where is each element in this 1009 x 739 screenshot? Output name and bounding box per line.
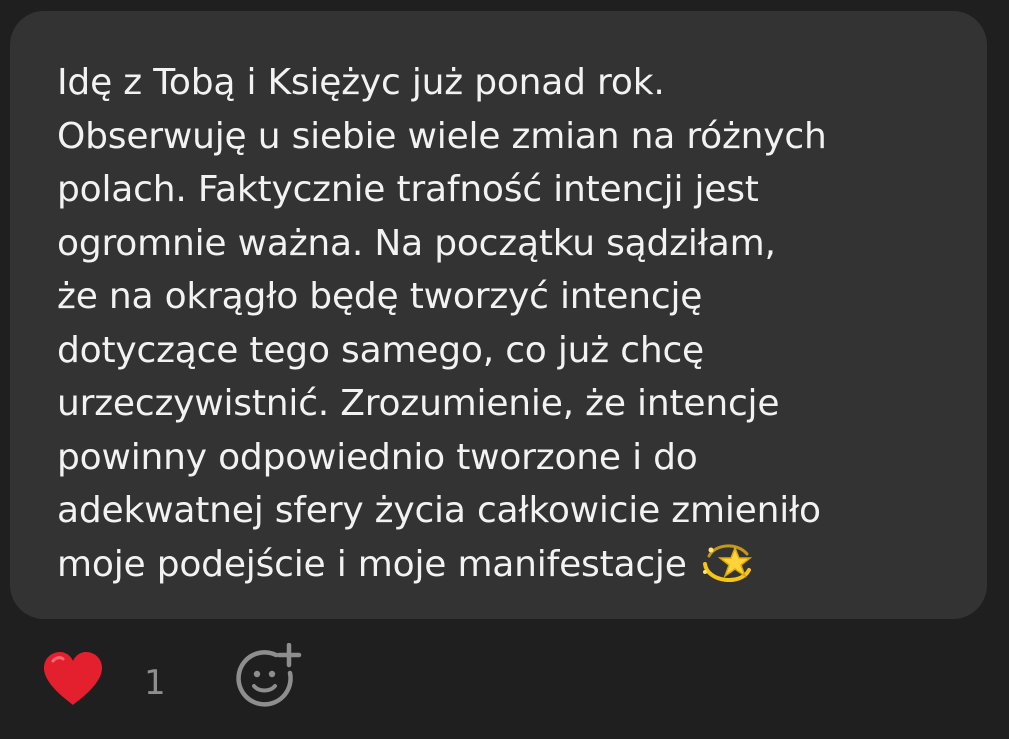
message-line-text: moje podejście i moje manifestacje bbox=[57, 543, 687, 585]
message-line: Idę z Tobą i Księżyc już ponad rok. bbox=[57, 62, 665, 103]
message-line: ogromnie ważna. Na początku sądziłam, bbox=[57, 222, 776, 264]
message-line: dotyczące tego samego, co już chcę bbox=[57, 329, 704, 371]
message-line: że na okrągło będę tworzyć intencję bbox=[57, 276, 703, 317]
dizzy-star-icon bbox=[702, 544, 752, 582]
message-line: powinny odpowiednio tworzone i do bbox=[57, 436, 698, 478]
message-line: urzeczywistnić. Zrozumienie, że intencje bbox=[57, 383, 780, 424]
message-line: adekwatnej sfery życia całkowicie zmieni… bbox=[57, 490, 821, 531]
message-bubble[interactable]: Idę z Tobą i Księżyc już ponad rok. Obse… bbox=[10, 11, 987, 619]
message-line: Obserwuję u siebie wiele zmian na różnyc… bbox=[57, 115, 827, 157]
add-reaction-icon[interactable] bbox=[232, 643, 304, 709]
message-line: polach. Faktycznie trafność intencji jes… bbox=[57, 169, 759, 210]
reaction-bar: 1 bbox=[0, 619, 1009, 739]
message-line-last: moje podejście i moje manifestacje bbox=[57, 538, 947, 592]
reaction-count: 1 bbox=[144, 663, 166, 703]
heart-icon[interactable] bbox=[40, 649, 106, 709]
